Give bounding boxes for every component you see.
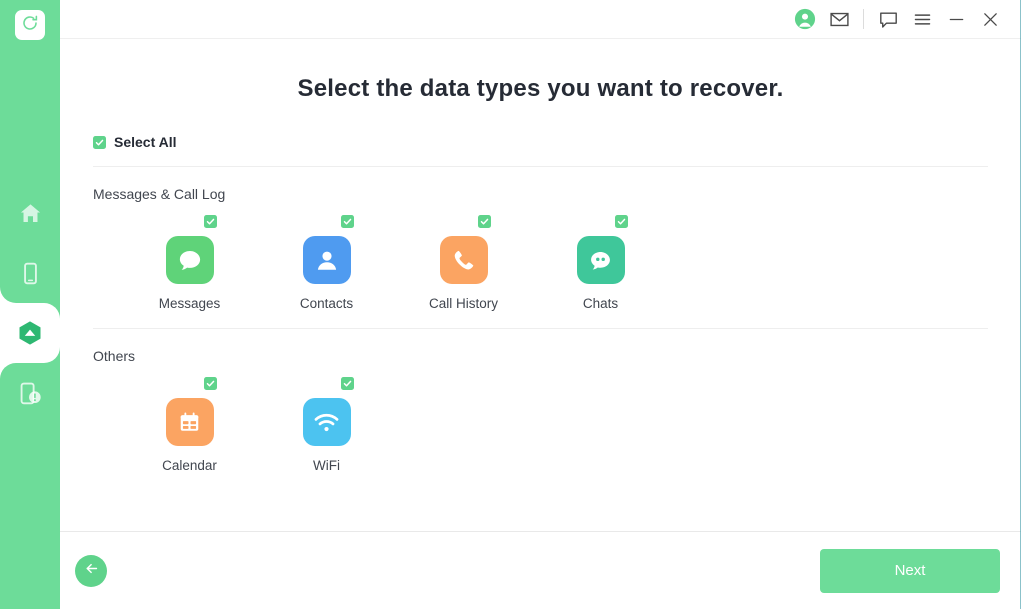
tile-label-call-history: Call History <box>429 296 498 311</box>
minimize-icon[interactable] <box>939 2 973 36</box>
menu-icon[interactable] <box>905 2 939 36</box>
home-icon <box>18 201 43 226</box>
tile-group-others: Calendar WiFi <box>93 377 988 473</box>
main-area: Select the data types you want to recove… <box>60 0 1021 609</box>
tile-calendar[interactable]: Calendar <box>121 377 258 473</box>
back-button[interactable] <box>75 555 107 587</box>
sidebar-item-home[interactable] <box>0 183 60 243</box>
content-panel: Select the data types you want to recove… <box>60 39 1021 531</box>
tile-checkbox-calendar[interactable] <box>204 377 217 390</box>
feedback-icon[interactable] <box>871 2 905 36</box>
tile-wifi[interactable]: WiFi <box>258 377 395 473</box>
tile-checkbox-messages[interactable] <box>204 215 217 228</box>
divider-messages <box>93 328 988 329</box>
restore-rotate-icon <box>21 14 39 37</box>
section-title-messages: Messages & Call Log <box>93 186 988 202</box>
tile-checkbox-chats[interactable] <box>615 215 628 228</box>
tile-checkbox-contacts[interactable] <box>341 215 354 228</box>
page-title: Select the data types you want to recove… <box>93 39 988 103</box>
tile-label-chats: Chats <box>583 296 618 311</box>
title-bar <box>60 0 1021 39</box>
app-logo[interactable] <box>15 10 45 40</box>
calendar-icon <box>166 398 214 446</box>
account-icon[interactable] <box>788 2 822 36</box>
tile-label-contacts: Contacts <box>300 296 353 311</box>
tile-checkbox-wifi[interactable] <box>341 377 354 390</box>
tile-label-wifi: WiFi <box>313 458 340 473</box>
tile-checkbox-call-history[interactable] <box>478 215 491 228</box>
recover-cloud-icon <box>15 318 45 348</box>
footer-bar: Next <box>60 531 1021 609</box>
contacts-icon <box>303 236 351 284</box>
mail-icon[interactable] <box>822 2 856 36</box>
messages-icon <box>166 236 214 284</box>
phone-icon <box>18 261 43 286</box>
tile-call-history[interactable]: Call History <box>395 215 532 311</box>
tile-chats[interactable]: Chats <box>532 215 669 311</box>
select-all-row[interactable]: Select All <box>93 134 988 150</box>
app-window: Select the data types you want to recove… <box>0 0 1021 609</box>
wifi-icon <box>303 398 351 446</box>
section-title-others: Others <box>93 348 988 364</box>
tile-messages[interactable]: Messages <box>121 215 258 311</box>
tile-contacts[interactable]: Contacts <box>258 215 395 311</box>
titlebar-divider <box>863 9 864 29</box>
next-button[interactable]: Next <box>820 549 1000 593</box>
chats-icon <box>577 236 625 284</box>
arrow-left-icon <box>83 560 100 582</box>
sidebar-item-device[interactable] <box>0 243 60 303</box>
tile-group-messages: Messages Contacts <box>93 215 988 311</box>
tile-label-messages: Messages <box>159 296 221 311</box>
sidebar-item-recover[interactable] <box>0 303 60 363</box>
select-all-label: Select All <box>114 134 177 150</box>
divider-select-all <box>93 166 988 167</box>
sidebar-item-repair[interactable] <box>0 363 60 423</box>
select-all-checkbox[interactable] <box>93 136 106 149</box>
phone-alert-icon <box>17 380 44 407</box>
sidebar <box>0 0 60 609</box>
close-icon[interactable] <box>973 2 1007 36</box>
call-history-icon <box>440 236 488 284</box>
tile-label-calendar: Calendar <box>162 458 217 473</box>
